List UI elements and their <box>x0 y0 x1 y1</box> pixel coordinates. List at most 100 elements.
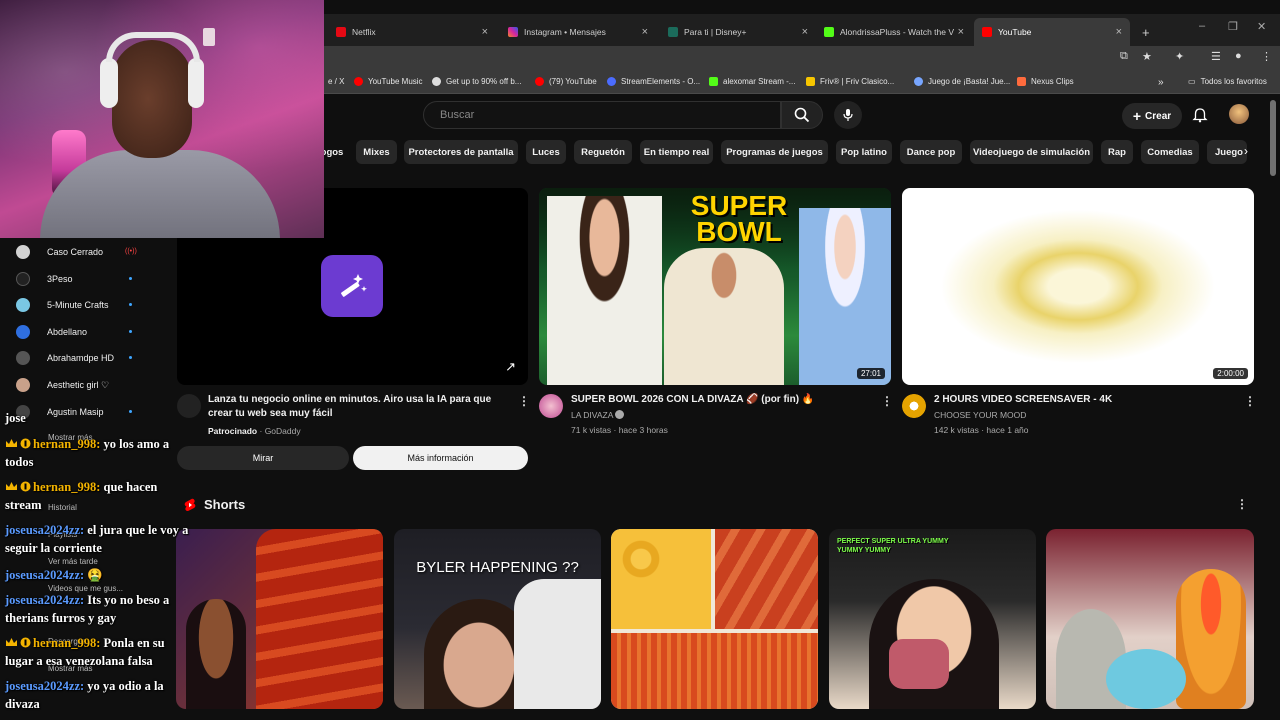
menu-icon[interactable]: ⋮ <box>1261 50 1272 63</box>
chip-reggaeton[interactable]: Reguetón <box>574 140 632 164</box>
subscriber-badge-icon <box>20 637 31 648</box>
close-window-icon[interactable]: ✕ <box>1257 20 1266 33</box>
bookmark-streamelements[interactable]: StreamElements - O... <box>607 77 700 86</box>
short-card-4[interactable]: PERFECT SUPER ULTRA YUMMY YUMMY YUMMY <box>829 529 1036 709</box>
shorts-menu-icon[interactable]: ⋮ <box>1236 497 1248 511</box>
more-info-button[interactable]: Más información <box>353 446 528 470</box>
short-caption: PERFECT SUPER ULTRA YUMMY YUMMY YUMMY <box>837 538 949 554</box>
all-bookmarks-button[interactable]: ▭ Todos los favoritos <box>1188 77 1267 86</box>
more-actions-icon[interactable]: ⋮ <box>1244 394 1256 408</box>
chip-live[interactable]: En tiempo real <box>640 140 713 164</box>
chip-dance-pop[interactable]: Dance pop <box>900 140 962 164</box>
close-icon[interactable]: × <box>958 26 964 38</box>
search-button[interactable] <box>781 101 823 129</box>
channel-avatar <box>16 325 30 339</box>
bookmark-friv[interactable]: Friv® | Friv Clasico... <box>806 77 894 86</box>
video-thumbnail-superbowl[interactable]: SUPER BOWL 27:01 <box>539 188 891 385</box>
chip-mixes[interactable]: Mixes <box>356 140 397 164</box>
close-icon[interactable]: × <box>642 26 648 38</box>
video-thumbnail-screensaver[interactable]: 2:00:00 <box>902 188 1254 385</box>
headphones-band <box>106 32 200 62</box>
tab-disney[interactable]: Para ti | Disney+ × <box>660 18 816 46</box>
tab-youtube[interactable]: YouTube × <box>974 18 1130 46</box>
new-tab-button[interactable]: + <box>1134 18 1154 46</box>
bookmark-deal[interactable]: Get up to 90% off b... <box>432 77 521 86</box>
bookmark-basta[interactable]: Juego de ¡Basta! Jue... <box>914 77 1010 86</box>
chip-simulation-games[interactable]: Videojuego de simulación <box>970 140 1093 164</box>
subscription-5-minute-crafts[interactable]: 5-Minute Crafts <box>16 298 109 312</box>
account-avatar[interactable] <box>1229 104 1249 124</box>
more-actions-icon[interactable]: ⋮ <box>881 394 893 408</box>
person-image <box>186 599 246 709</box>
chip-latin-pop[interactable]: Pop latino <box>836 140 892 164</box>
subscription-abdellano[interactable]: Abdellano <box>16 325 87 339</box>
bookmark-kick-stream[interactable]: alexomar Stream -... <box>709 77 795 86</box>
subscription-aesthetic-girl[interactable]: Aesthetic girl ♡ <box>16 378 109 392</box>
video-title[interactable]: SUPER BOWL 2026 CON LA DIVAZA 🏈 (por fin… <box>571 393 871 407</box>
close-icon[interactable]: × <box>482 26 488 38</box>
chip-game-shows[interactable]: Programas de juegos <box>721 140 828 164</box>
chat-text: lugar a esa venezolana falsa <box>5 654 153 668</box>
subscription-3peso[interactable]: 3Peso <box>16 272 73 286</box>
bookmark-youtube-music[interactable]: YouTube Music <box>354 77 423 86</box>
la-divaza-avatar[interactable] <box>539 394 563 418</box>
chip-screensavers[interactable]: Protectores de pantalla <box>404 140 518 164</box>
bookmark-x[interactable]: e / X <box>328 77 344 86</box>
chat-line: hernan_998: yo los amo a <box>5 436 169 454</box>
channel-name[interactable]: CHOOSE YOUR MOOD <box>934 408 1026 422</box>
subscription-abrahamdpe[interactable]: Abrahamdpe HD <box>16 351 114 365</box>
tab-title: AlondrissaPluss - Watch the VC <box>840 27 954 37</box>
channel-avatar <box>16 351 30 365</box>
tab-kick[interactable]: AlondrissaPluss - Watch the VC × <box>816 18 972 46</box>
create-button[interactable]: + Crear <box>1122 103 1182 129</box>
media-icon[interactable]: ☰ <box>1211 50 1221 63</box>
cartoon-character-image <box>1106 649 1186 709</box>
subscription-label: 5-Minute Crafts <box>47 300 109 310</box>
watch-button[interactable]: Mirar <box>177 446 349 470</box>
subscription-agustin-masip[interactable]: Agustin Masip <box>16 405 104 419</box>
chip-games[interactable]: Juego <box>1207 140 1247 164</box>
ad-title[interactable]: Lanza tu negocio online en minutos. Airo… <box>208 393 508 421</box>
minimize-icon[interactable]: – <box>1199 20 1205 32</box>
magic-wand-icon <box>321 255 383 317</box>
close-icon[interactable]: × <box>1116 26 1122 38</box>
headphones-left <box>100 58 118 108</box>
choose-your-mood-avatar[interactable] <box>902 394 926 418</box>
install-icon[interactable]: ⧉ <box>1120 50 1128 63</box>
bookmark-nexus-clips[interactable]: Nexus Clips <box>1017 77 1074 86</box>
chip-comedies[interactable]: Comedias <box>1141 140 1199 164</box>
voice-search-button[interactable] <box>834 101 862 129</box>
search-input[interactable]: Buscar <box>423 101 781 129</box>
subscription-caso-cerrado[interactable]: Caso Cerrado <box>16 245 103 259</box>
more-actions-icon[interactable]: ⋮ <box>518 394 530 408</box>
tab-netflix[interactable]: Netflix × <box>328 18 496 46</box>
short-card-1[interactable] <box>176 529 383 709</box>
short-card-3[interactable] <box>611 529 818 709</box>
chevron-right-icon[interactable]: › <box>1244 144 1248 158</box>
close-icon[interactable]: × <box>802 26 808 38</box>
maximize-icon[interactable]: ❐ <box>1228 20 1238 33</box>
external-link-icon[interactable]: ↗ <box>505 359 516 375</box>
headphones-right <box>188 58 204 108</box>
noodles-image <box>611 633 818 709</box>
bookmarks-overflow-button[interactable]: » <box>1158 77 1164 88</box>
tab-instagram[interactable]: Instagram • Mensajes × <box>500 18 656 46</box>
profile-icon[interactable]: ● <box>1235 50 1242 62</box>
short-card-2[interactable]: BYLER HAPPENING ?? <box>394 529 601 709</box>
nav-history[interactable]: Historial <box>48 503 77 512</box>
bookmark-star-icon[interactable]: ★ <box>1142 50 1152 63</box>
notifications-button[interactable] <box>1192 107 1208 128</box>
short-card-5[interactable] <box>1046 529 1254 709</box>
chat-text: divaza <box>5 697 40 711</box>
channel-name[interactable]: LA DIVAZA <box>571 408 625 422</box>
shorts-heading: Shorts <box>184 497 245 512</box>
chip-rap[interactable]: Rap <box>1101 140 1133 164</box>
page-scrollbar[interactable] <box>1270 100 1276 176</box>
chip-lights[interactable]: Luces <box>526 140 566 164</box>
bookmark-youtube[interactable]: (79) YouTube <box>535 77 597 86</box>
godaddy-avatar[interactable] <box>177 394 201 418</box>
chat-line: joseusa2024zz: el jura que le voy a <box>5 522 188 540</box>
nav-watch-later[interactable]: Ver más tarde <box>48 557 98 566</box>
video-title[interactable]: 2 HOURS VIDEO SCREENSAVER - 4K <box>934 393 1234 407</box>
extensions-icon[interactable]: ✦ <box>1175 50 1184 63</box>
